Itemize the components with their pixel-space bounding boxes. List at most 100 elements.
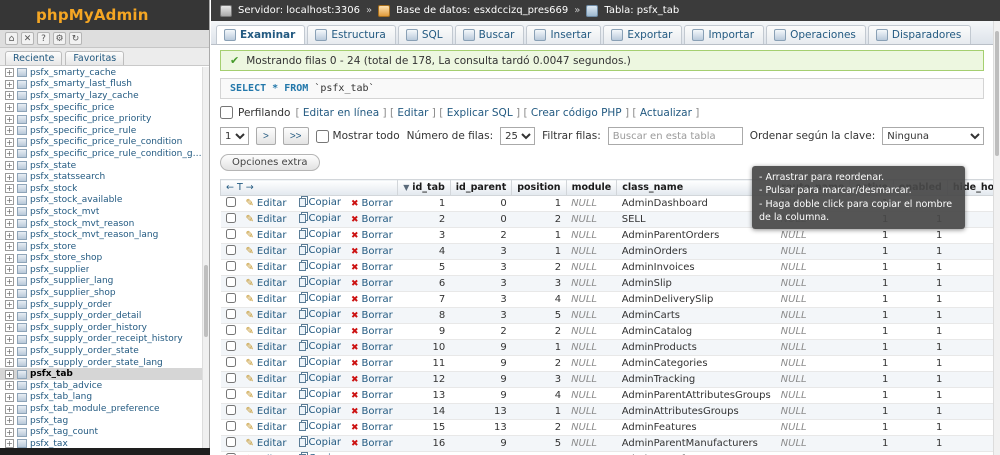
row-checkbox[interactable]: [226, 405, 236, 415]
edit-link[interactable]: ✎Editar: [246, 278, 287, 289]
expand-icon[interactable]: +: [5, 370, 14, 379]
profiling-link-editar[interactable]: Editar: [397, 107, 428, 119]
copy-link[interactable]: Copiar: [297, 229, 341, 240]
rows-count-select[interactable]: 25: [500, 127, 535, 145]
expand-icon[interactable]: +: [5, 393, 14, 402]
copy-link[interactable]: Copiar: [297, 341, 341, 352]
row-checkbox[interactable]: [226, 357, 236, 367]
tab-operaciones[interactable]: Operaciones: [766, 25, 866, 44]
delete-link[interactable]: ✖Borrar: [351, 214, 393, 225]
expand-icon[interactable]: +: [5, 300, 14, 309]
expand-icon[interactable]: +: [5, 405, 14, 414]
edit-link[interactable]: ✎Editar: [246, 422, 287, 433]
copy-link[interactable]: Copiar: [297, 309, 341, 320]
exit-icon[interactable]: ✕: [21, 32, 34, 45]
sidebar-item-psfx_specific_price_rule_condition_group[interactable]: +psfx_specific_price_rule_condition_grou…: [0, 148, 202, 160]
sidebar-item-psfx_supplier_shop[interactable]: +psfx_supplier_shop: [0, 287, 202, 299]
row-checkbox[interactable]: [226, 341, 236, 351]
reload-icon[interactable]: ↻: [69, 32, 82, 45]
expand-icon[interactable]: +: [5, 347, 14, 356]
edit-link[interactable]: ✎Editar: [246, 358, 287, 369]
expand-icon[interactable]: +: [5, 91, 14, 100]
copy-link[interactable]: Copiar: [297, 197, 341, 208]
tab-sql[interactable]: SQL: [398, 25, 453, 44]
copy-link[interactable]: Copiar: [297, 277, 341, 288]
edit-link[interactable]: ✎Editar: [246, 326, 287, 337]
sidebar-item-psfx_store_shop[interactable]: +psfx_store_shop: [0, 253, 202, 265]
expand-icon[interactable]: +: [5, 184, 14, 193]
extra-options-button[interactable]: Opciones extra: [220, 154, 320, 171]
delete-link[interactable]: ✖Borrar: [351, 230, 393, 241]
sidebar-item-psfx_smarty_cache[interactable]: +psfx_smarty_cache: [0, 67, 202, 79]
expand-icon[interactable]: +: [5, 149, 14, 158]
column-nav-header[interactable]: ← T →: [221, 180, 398, 196]
sidebar-item-psfx_stock_mvt_reason[interactable]: +psfx_stock_mvt_reason: [0, 218, 202, 230]
row-checkbox[interactable]: [226, 325, 236, 335]
edit-link[interactable]: ✎Editar: [246, 310, 287, 321]
expand-icon[interactable]: +: [5, 335, 14, 344]
edit-link[interactable]: ✎Editar: [246, 262, 287, 273]
sidebar-item-psfx_tab_lang[interactable]: +psfx_tab_lang: [0, 392, 202, 404]
copy-link[interactable]: Copiar: [297, 405, 341, 416]
delete-link[interactable]: ✖Borrar: [351, 294, 393, 305]
expand-icon[interactable]: +: [5, 103, 14, 112]
col-header-module[interactable]: module: [566, 180, 617, 196]
breadcrumb-table[interactable]: Tabla: psfx_tab: [604, 5, 679, 16]
row-checkbox[interactable]: [226, 389, 236, 399]
row-checkbox[interactable]: [226, 197, 236, 207]
delete-link[interactable]: ✖Borrar: [351, 198, 393, 209]
row-checkbox[interactable]: [226, 229, 236, 239]
row-checkbox[interactable]: [226, 213, 236, 223]
tab-estructura[interactable]: Estructura: [307, 25, 396, 44]
row-checkbox[interactable]: [226, 277, 236, 287]
expand-icon[interactable]: +: [5, 115, 14, 124]
sort-key-select[interactable]: Ninguna: [882, 127, 984, 145]
edit-link[interactable]: ✎Editar: [246, 390, 287, 401]
sidebar-item-psfx_tag[interactable]: +psfx_tag: [0, 415, 202, 427]
tab-examinar[interactable]: Examinar: [216, 25, 305, 44]
sidebar-item-psfx_supply_order_receipt_history[interactable]: +psfx_supply_order_receipt_history: [0, 334, 202, 346]
row-checkbox[interactable]: [226, 437, 236, 447]
profiling-link-editar-en-l-nea[interactable]: Editar en línea: [303, 107, 379, 119]
expand-icon[interactable]: +: [5, 416, 14, 425]
row-checkbox[interactable]: [226, 373, 236, 383]
sidebar-item-psfx_tab_advice[interactable]: +psfx_tab_advice: [0, 380, 202, 392]
profiling-link-actualizar[interactable]: Actualizar: [640, 107, 692, 119]
sidebar-item-psfx_specific_price[interactable]: +psfx_specific_price: [0, 102, 202, 114]
docs-icon[interactable]: ?: [37, 32, 50, 45]
sidebar-item-psfx_supply_order_history[interactable]: +psfx_supply_order_history: [0, 322, 202, 334]
sidebar-item-psfx_statssearch[interactable]: +psfx_statssearch: [0, 171, 202, 183]
delete-link[interactable]: ✖Borrar: [351, 422, 393, 433]
delete-link[interactable]: ✖Borrar: [351, 310, 393, 321]
expand-icon[interactable]: +: [5, 161, 14, 170]
expand-icon[interactable]: +: [5, 428, 14, 437]
delete-link[interactable]: ✖Borrar: [351, 246, 393, 257]
row-checkbox[interactable]: [226, 261, 236, 271]
profiling-link-crear-c-digo-php[interactable]: Crear código PHP: [531, 107, 622, 119]
page-select[interactable]: 1: [220, 127, 249, 145]
last-page-button[interactable]: >>: [283, 127, 309, 145]
sidebar-item-psfx_smarty_lazy_cache[interactable]: +psfx_smarty_lazy_cache: [0, 90, 202, 102]
tab-insertar[interactable]: Insertar: [526, 25, 601, 44]
copy-link[interactable]: Copiar: [297, 437, 341, 448]
expand-icon[interactable]: +: [5, 138, 14, 147]
col-header-position[interactable]: position: [512, 180, 566, 196]
sidebar-item-psfx_supply_order[interactable]: +psfx_supply_order: [0, 299, 202, 311]
sidebar-item-psfx_tag_count[interactable]: +psfx_tag_count: [0, 426, 202, 438]
edit-link[interactable]: ✎Editar: [246, 246, 287, 257]
delete-link[interactable]: ✖Borrar: [351, 406, 393, 417]
copy-link[interactable]: Copiar: [297, 421, 341, 432]
row-checkbox[interactable]: [226, 421, 236, 431]
phpmyadmin-logo[interactable]: phpMyAdmin: [36, 6, 149, 24]
breadcrumb-server[interactable]: Servidor: localhost:3306: [238, 5, 360, 16]
expand-icon[interactable]: +: [5, 289, 14, 298]
sidebar-item-psfx_smarty_last_flush[interactable]: +psfx_smarty_last_flush: [0, 79, 202, 91]
tab-buscar[interactable]: Buscar: [455, 25, 525, 44]
expand-icon[interactable]: +: [5, 219, 14, 228]
expand-icon[interactable]: +: [5, 207, 14, 216]
copy-link[interactable]: Copiar: [297, 357, 341, 368]
edit-link[interactable]: ✎Editar: [246, 214, 287, 225]
expand-icon[interactable]: +: [5, 358, 14, 367]
sidebar-item-psfx_tab_module_preference[interactable]: +psfx_tab_module_preference: [0, 403, 202, 415]
expand-icon[interactable]: +: [5, 196, 14, 205]
